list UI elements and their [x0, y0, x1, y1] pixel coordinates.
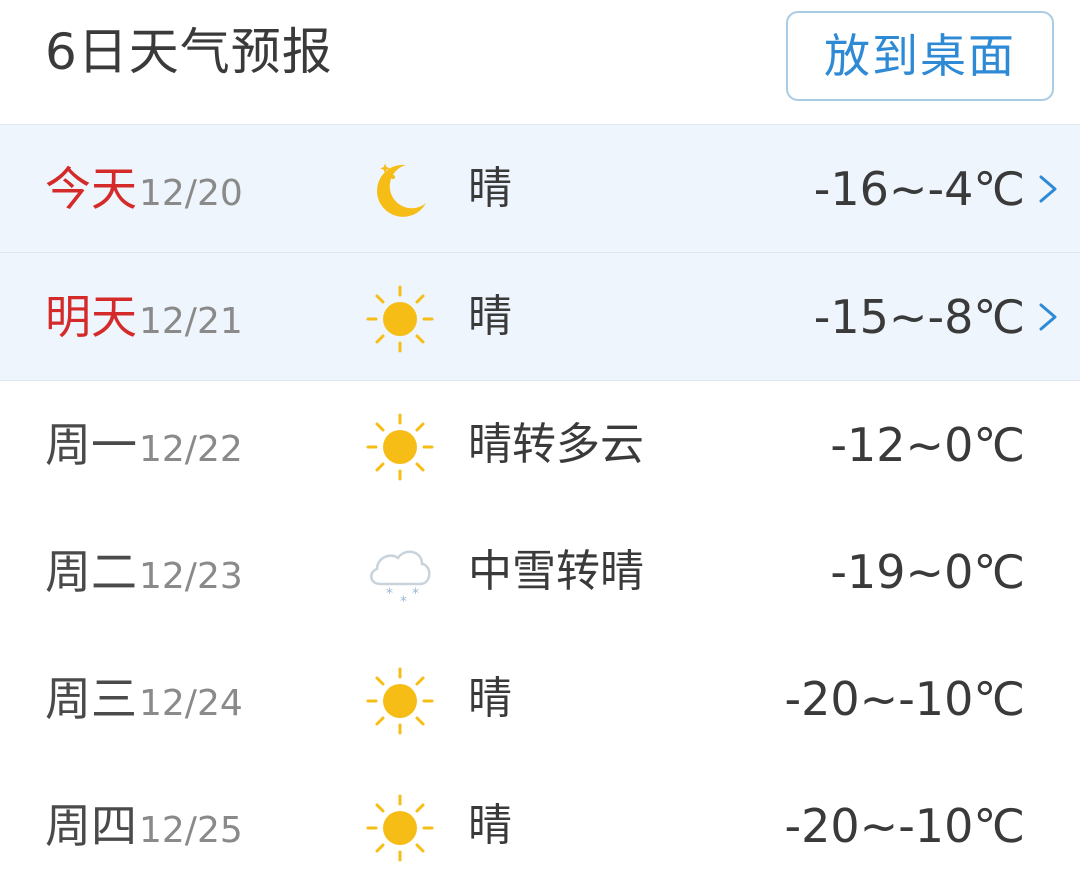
add-to-desktop-button[interactable]: 放到桌面 [786, 11, 1054, 101]
condition-label: 晴 [468, 800, 512, 851]
day-label: 周三12/24 [45, 672, 243, 726]
sun-icon [366, 794, 434, 862]
snow-cloud-icon: * * * [370, 550, 431, 610]
forecast-row: 周四12/25 晴 -20~-10℃ [0, 762, 1080, 889]
condition-label: 中雪转晴 [468, 546, 644, 597]
condition-label: 晴 [468, 163, 512, 214]
forecast-row: 周二12/23 * * * 中雪转晴 -19~0℃ [0, 508, 1080, 635]
sun-icon [366, 285, 434, 353]
temperature-range: -20~-10℃ [784, 672, 1025, 726]
temperature-range: -20~-10℃ [784, 799, 1025, 853]
moon-icon [377, 163, 426, 217]
forecast-panel: 6日天气预报 放到桌面 今天12/20 晴 -16~-4℃ 明天12/21 晴 [0, 0, 1080, 890]
date-label: 12/21 [139, 301, 243, 342]
sun-icon [366, 413, 434, 481]
temperature-range: -16~-4℃ [813, 162, 1025, 216]
forecast-row-tomorrow[interactable]: 明天12/21 晴 -15~-8℃ [0, 252, 1080, 381]
date-label: 12/20 [139, 173, 243, 214]
day-label: 周四12/25 [45, 799, 243, 853]
forecast-header: 6日天气预报 放到桌面 [0, 0, 1080, 124]
day-label: 明天12/21 [45, 290, 243, 344]
forecast-row-today[interactable]: 今天12/20 晴 -16~-4℃ [0, 124, 1080, 252]
page-title: 6日天气预报 [45, 23, 333, 81]
svg-text:*: * [412, 586, 419, 602]
condition-label: 晴转多云 [468, 419, 644, 470]
date-label: 12/24 [139, 683, 243, 724]
date-label: 12/23 [139, 556, 243, 597]
day-label: 周二12/23 [45, 545, 243, 599]
sun-icon [366, 667, 434, 735]
forecast-row: 周三12/24 晴 -20~-10℃ [0, 635, 1080, 762]
chevron-right-icon[interactable] [1035, 301, 1061, 333]
condition-label: 晴 [468, 291, 512, 342]
temperature-range: -15~-8℃ [813, 290, 1025, 344]
date-label: 12/25 [139, 810, 243, 851]
day-label: 周一12/22 [45, 418, 243, 472]
chevron-right-icon[interactable] [1035, 173, 1061, 205]
svg-text:*: * [400, 594, 407, 610]
day-label: 今天12/20 [45, 162, 243, 216]
forecast-row: 周一12/22 晴转多云 -12~0℃ [0, 381, 1080, 508]
condition-label: 晴 [468, 673, 512, 724]
temperature-range: -12~0℃ [830, 418, 1025, 472]
svg-text:*: * [386, 586, 393, 602]
temperature-range: -19~0℃ [830, 545, 1025, 599]
date-label: 12/22 [139, 429, 243, 470]
